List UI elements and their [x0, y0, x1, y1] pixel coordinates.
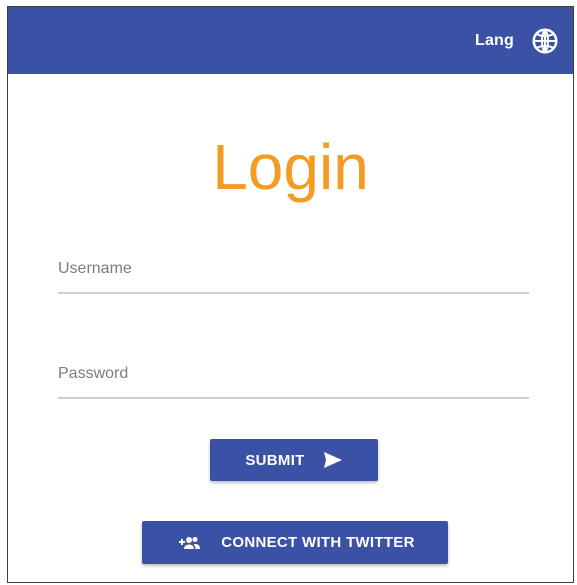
password-input[interactable]: [58, 357, 529, 399]
connect-twitter-label: CONNECT WITH TWITTER: [221, 534, 415, 551]
login-window: Lang Login SUBMIT CONNECT WITH TWITTER: [7, 6, 574, 583]
language-label: Lang: [474, 32, 514, 49]
page-title: Login: [212, 131, 369, 203]
submit-button[interactable]: SUBMIT: [210, 439, 378, 481]
send-icon: [323, 452, 342, 468]
username-input[interactable]: [58, 252, 529, 294]
group-add-icon: [179, 536, 201, 549]
top-app-bar: Lang: [8, 7, 573, 74]
connect-twitter-button[interactable]: CONNECT WITH TWITTER: [142, 521, 448, 564]
globe-icon: [532, 28, 558, 54]
language-button[interactable]: Lang: [475, 25, 560, 57]
submit-label: SUBMIT: [245, 451, 305, 469]
